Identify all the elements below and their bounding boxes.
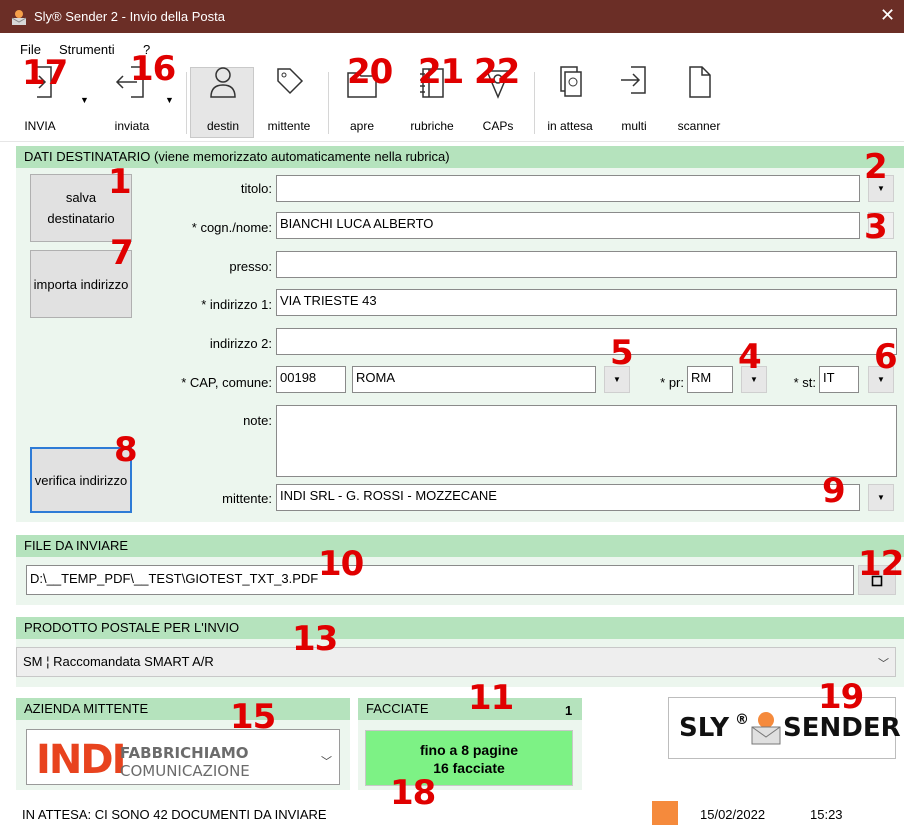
indirizzo2-label: indirizzo 2: [209, 336, 272, 351]
status-time: 15:23 [810, 807, 843, 822]
note-field[interactable] [276, 405, 897, 477]
tag-icon [277, 68, 304, 95]
indirizzo1-field[interactable]: VIA TRIESTE 43 [276, 289, 897, 316]
stato-label: * st: [793, 375, 816, 390]
cognome-label: * cogn./nome: [191, 220, 272, 235]
callout-1: 1 [108, 162, 132, 202]
multi-label: multi [621, 119, 647, 133]
apre-label: apre [349, 119, 375, 133]
brand-right: SENDER [783, 713, 901, 743]
cap-field[interactable]: 00198 [276, 366, 346, 393]
callout-8: 8 [114, 430, 138, 470]
mittente-label: mittente: [222, 491, 272, 506]
presso-label: presso: [229, 259, 272, 274]
prodotto-select[interactable]: SM ¦ Raccomandata SMART A/R [16, 647, 896, 677]
destin-button[interactable]: destin [196, 63, 250, 139]
facciate-line1: fino a 8 pagine [419, 742, 518, 758]
note-label: note: [243, 413, 272, 428]
titolo-label: titolo: [240, 181, 272, 196]
file-path-field[interactable]: D:\__TEMP_PDF\__TEST\GIOTEST_TXT_3.PDF [26, 565, 854, 595]
toolbar-separator [186, 72, 187, 134]
callout-5: 5 [610, 333, 634, 373]
stato-field[interactable]: IT [819, 366, 859, 393]
logo-top: FABBRICHIAMO [120, 744, 249, 762]
brand-reg: ® [735, 712, 749, 728]
invia-label: INVIA [24, 119, 56, 133]
callout-6: 6 [874, 337, 898, 377]
titolo-field[interactable] [276, 175, 860, 202]
comune-field[interactable]: ROMA [352, 366, 596, 393]
document-icon [689, 66, 711, 98]
destin-label: destin [206, 119, 240, 133]
logo-main: INDI [36, 737, 126, 783]
callout-21: 21 [418, 52, 464, 92]
presso-field[interactable] [276, 251, 897, 278]
callout-7: 7 [110, 233, 134, 273]
azienda-header: AZIENDA MITTENTE [16, 698, 350, 720]
logo-bottom: COMUNICAZIONE [120, 762, 250, 780]
indi-logo: INDI FABBRICHIAMO COMUNICAZIONE [36, 738, 296, 782]
scanner-label: scanner [677, 119, 721, 133]
callout-22: 22 [474, 52, 520, 92]
title-bar: Sly® Sender 2 - Invio della Posta ✕ [0, 0, 904, 33]
status-text: IN ATTESA: CI SONO 42 DOCUMENTI DA INVIA… [22, 807, 327, 822]
person-icon [210, 67, 236, 98]
brand-left: SLY [679, 713, 730, 743]
envelope-bulb-icon [751, 712, 781, 745]
indirizzo1-label: * indirizzo 1: [201, 297, 272, 312]
dest-header: DATI DESTINATARIO (viene memorizzato aut… [16, 146, 904, 168]
window-title: Sly® Sender 2 - Invio della Posta [34, 9, 225, 24]
invia-dropdown-icon[interactable]: ▼ [80, 95, 89, 105]
callout-9: 9 [822, 471, 846, 511]
queue-icon [560, 66, 582, 97]
callout-11: 11 [468, 678, 514, 718]
callout-10: 10 [318, 544, 364, 584]
callout-15: 15 [230, 697, 276, 737]
toolbar-separator [328, 72, 329, 134]
in-attesa-label: in attesa [547, 119, 593, 133]
callout-4: 4 [738, 337, 762, 377]
callout-13: 13 [292, 619, 338, 659]
callout-3: 3 [864, 207, 888, 247]
cognome-field[interactable]: BIANCHI LUCA ALBERTO [276, 212, 860, 239]
caps-label: CAPs [482, 119, 514, 133]
callout-16: 16 [130, 49, 176, 89]
callout-20: 20 [347, 52, 393, 92]
in-attesa-button[interactable]: in attesa [540, 63, 600, 139]
prodotto-value: SM ¦ Raccomandata SMART A/R [23, 654, 214, 669]
callout-2: 2 [864, 147, 888, 187]
indirizzo2-field[interactable] [276, 328, 897, 355]
multi-send-icon [621, 66, 646, 94]
prodotto-chevron-down-icon[interactable]: ﹀ [878, 655, 889, 671]
provincia-label: * pr: [660, 375, 684, 390]
mittente-button[interactable]: mittente [258, 63, 320, 139]
multi-button[interactable]: multi [612, 63, 656, 139]
mittente-field[interactable]: INDI SRL - G. ROSSI - MOZZECANE [276, 484, 860, 511]
callout-19: 19 [818, 677, 864, 717]
scanner-button[interactable]: scanner [668, 63, 730, 139]
prodotto-header: PRODOTTO POSTALE PER L'INVIO [16, 617, 904, 639]
azienda-chevron-down-icon[interactable]: ﹀ [321, 753, 332, 769]
rubriche-label: rubriche [410, 119, 454, 133]
inviata-label: inviata [114, 119, 150, 133]
cap-comune-label: * CAP, comune: [181, 375, 272, 390]
toolbar-separator [534, 72, 535, 134]
callout-12: 12 [858, 544, 904, 584]
provincia-field[interactable]: RM [687, 366, 733, 393]
close-icon[interactable]: ✕ [880, 5, 895, 26]
menu-strumenti[interactable]: Strumenti [59, 42, 115, 57]
mittente-label: mittente [267, 119, 311, 133]
inviata-dropdown-icon[interactable]: ▼ [165, 95, 174, 105]
callout-17: 17 [22, 53, 68, 93]
file-header: FILE DA INVIARE [16, 535, 904, 557]
app-icon [11, 10, 27, 25]
facciate-count: 1 [565, 703, 573, 718]
status-indicator [652, 801, 678, 825]
callout-18: 18 [390, 773, 436, 813]
status-date: 15/02/2022 [700, 807, 766, 822]
mittente-dropdown-icon[interactable]: ▼ [868, 484, 894, 511]
